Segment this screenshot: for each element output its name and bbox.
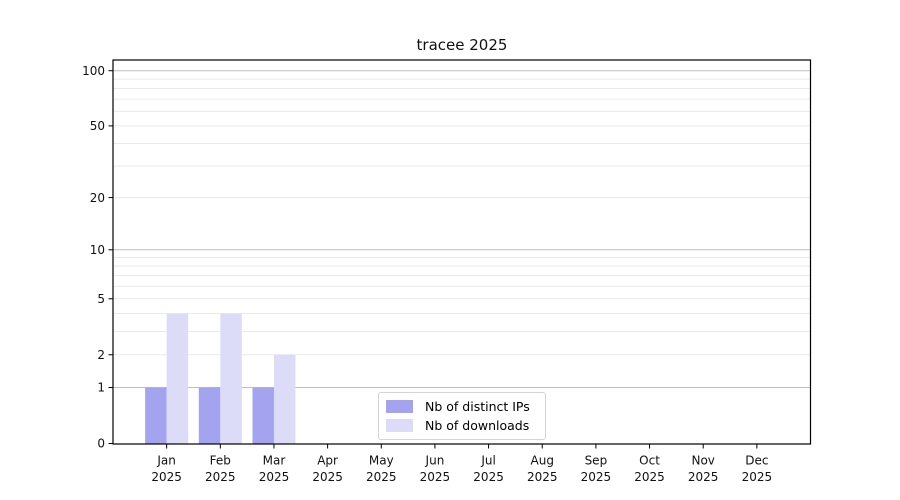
x-tick-label-month: Oct: [639, 454, 660, 468]
x-tick-label-year: 2025: [151, 470, 182, 484]
x-tick-label-year: 2025: [581, 470, 612, 484]
bar-nb-of-downloads-jan: [166, 313, 189, 444]
figure: tracee 2025 0 1 2 5 10 20 50 100 Jan 2025 Feb 2025 M…: [0, 0, 900, 500]
x-tick-label-month: Jan: [156, 454, 176, 468]
y-tick-label: 10: [90, 243, 105, 257]
axes-frame: [112, 59, 812, 445]
bar-nb-of-downloads-feb: [220, 313, 242, 444]
x-tick-label-month: May: [369, 454, 394, 468]
legend-swatch-icon: [386, 400, 413, 413]
x-tick-label-year: 2025: [634, 470, 665, 484]
x-tick-label-month: Aug: [531, 454, 554, 468]
x-tick-label-month: Sep: [585, 454, 608, 468]
x-tick-label-month: Jun: [425, 454, 445, 468]
y-tick-label: 0: [97, 437, 105, 451]
x-tick-label-year: 2025: [527, 470, 558, 484]
legend-swatch-icon: [386, 419, 413, 432]
x-tick-label-month: Apr: [317, 454, 338, 468]
y-tick-label: 1: [97, 381, 105, 395]
x-tick-label-month: Dec: [745, 454, 768, 468]
bar-nb-of-distinct-ips-feb: [198, 387, 221, 444]
x-tick-label-year: 2025: [205, 470, 236, 484]
legend-label: Nb of distinct IPs: [425, 399, 530, 414]
x-tick-label-month: Feb: [210, 454, 231, 468]
bar-nb-of-distinct-ips-mar: [252, 387, 274, 444]
x-tick-label-month: Nov: [691, 454, 714, 468]
x-tick-label-year: 2025: [688, 470, 719, 484]
x-tick-label-year: 2025: [312, 470, 343, 484]
legend-item: Nb of distinct IPs: [386, 397, 538, 416]
bar-nb-of-downloads-mar: [273, 354, 296, 444]
legend: Nb of distinct IPs Nb of downloads: [378, 392, 546, 440]
y-tick-label: 100: [82, 64, 105, 78]
x-tick-label-year: 2025: [473, 470, 504, 484]
x-tick-label-month: Jul: [480, 454, 495, 468]
y-tick-label: 20: [90, 191, 105, 205]
legend-label: Nb of downloads: [425, 418, 530, 433]
x-tick-label-year: 2025: [742, 470, 773, 484]
legend-item: Nb of downloads: [386, 416, 538, 435]
y-tick-label: 2: [97, 348, 105, 362]
y-tick-label: 5: [97, 292, 105, 306]
x-tick-label-year: 2025: [366, 470, 397, 484]
x-tick-label-month: Mar: [263, 454, 286, 468]
x-tick-label-year: 2025: [259, 470, 290, 484]
y-tick-label: 50: [90, 119, 105, 133]
bar-nb-of-distinct-ips-jan: [145, 387, 167, 444]
x-tick-label-year: 2025: [420, 470, 451, 484]
